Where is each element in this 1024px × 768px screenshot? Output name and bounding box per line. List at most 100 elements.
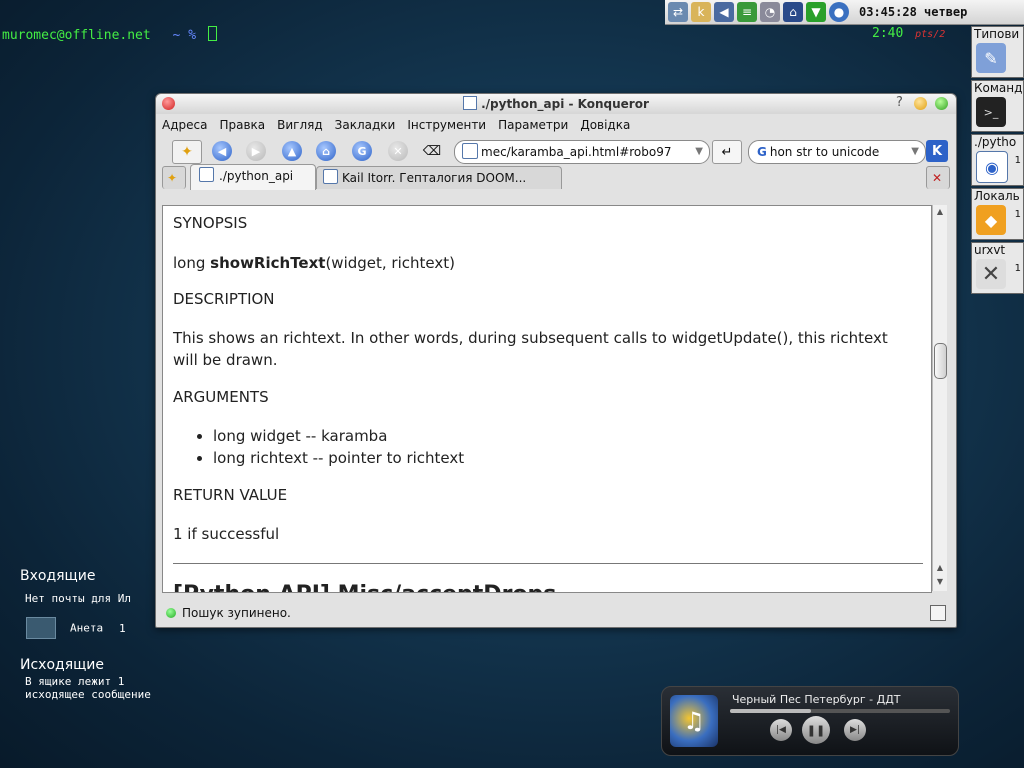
scroll-down-icon[interactable]: ▼ — [934, 577, 946, 589]
home-icon: ⌂ — [316, 141, 336, 161]
url-text: mec/karamba_api.html#robo97 — [481, 145, 672, 159]
menu-tools[interactable]: Інструменти — [407, 118, 486, 132]
tab-bar: ✦ ./python_api Kail Itorr. Гепталогия DO… — [156, 164, 956, 190]
tab-python-api[interactable]: ./python_api — [190, 164, 316, 190]
forward-button[interactable]: ▶ — [242, 140, 270, 162]
vertical-scrollbar[interactable]: ▲ ▲ ▼ — [932, 205, 947, 591]
new-tab-button[interactable]: ✦ — [172, 140, 202, 164]
stop-button[interactable]: ✕ — [384, 140, 412, 162]
page-icon — [199, 167, 214, 182]
title-bar[interactable]: ./python_api - Konqueror ? — [156, 94, 956, 114]
chevron-down-icon[interactable]: ▼ — [911, 141, 919, 163]
terminal-prompt: muromec@offline.net ~ % — [2, 26, 217, 43]
terminal-path: ~ % — [172, 28, 197, 43]
google-icon: G — [757, 145, 767, 159]
terminal-cursor — [207, 26, 217, 41]
pause-button[interactable]: ❚❚ — [802, 716, 830, 744]
list-item: long widget -- karamba — [213, 425, 464, 447]
scroll-thumb[interactable] — [934, 343, 947, 379]
new-tab-corner-button[interactable]: ✦ — [162, 166, 186, 189]
terminal-icon: >_ — [976, 97, 1006, 127]
reload-button[interactable]: G — [348, 140, 376, 162]
next-button[interactable]: ▶| — [844, 719, 866, 741]
contact-name[interactable]: Анета — [70, 622, 103, 635]
back-button[interactable]: ◀ — [208, 140, 236, 162]
menu-help[interactable]: Довідка — [580, 118, 630, 132]
prev-button[interactable]: |◀ — [770, 719, 792, 741]
task-label: Локаль — [974, 189, 1020, 203]
synopsis-args: (widget, richtext) — [325, 254, 455, 272]
task-item-2[interactable]: ./pytho ◉ 1 — [971, 134, 1024, 186]
maximize-icon[interactable] — [935, 97, 948, 110]
download-icon[interactable]: ▼ — [806, 2, 826, 22]
close-tab-icon: ✕ — [932, 171, 943, 185]
scroll-up-icon[interactable]: ▲ — [934, 563, 946, 575]
outbox-line1: В ящике лежит 1 — [25, 675, 125, 688]
task-item-4[interactable]: urxvt ✕ 1 — [971, 242, 1024, 294]
close-tab-button[interactable]: ✕ — [926, 166, 950, 189]
clear-location-button[interactable]: ⌫ — [418, 140, 446, 162]
go-button[interactable]: ↵ — [712, 140, 742, 164]
list-item: long richtext -- pointer to richtext — [213, 447, 464, 469]
mail-widget: Входящие Нет почты для Ил Анета 1 Исходя… — [20, 568, 170, 701]
synopsis-heading: SYNOPSIS — [173, 214, 248, 232]
task-item-1[interactable]: Команд >_ — [971, 80, 1024, 132]
description-heading: DESCRIPTION — [173, 290, 275, 308]
menu-bookmarks[interactable]: Закладки — [335, 118, 396, 132]
url-input[interactable]: mec/karamba_api.html#robo97 ▼ — [454, 140, 710, 164]
progress-bar[interactable] — [730, 709, 950, 713]
synopsis-prefix: long — [173, 254, 211, 272]
system-tray: ⇄ k ◀ ≡ ◔ ⌂ ▼ ● 03:45:28 четвер — [665, 0, 1024, 25]
globe-icon[interactable]: ● — [829, 2, 849, 22]
synopsis-function: showRichText — [210, 254, 326, 272]
kde-logo-icon: K — [926, 140, 948, 162]
taskbar: Типови ✎ Команд >_ ./pytho ◉ 1 Локаль ◆ … — [971, 26, 1024, 296]
menu-location[interactable]: Адреса — [162, 118, 207, 132]
task-label: urxvt — [974, 243, 1006, 257]
help-icon[interactable]: ? — [896, 95, 903, 110]
menu-settings[interactable]: Параметри — [498, 118, 568, 132]
konqueror-window: ./python_api - Konqueror ? Адреса Правка… — [155, 93, 957, 628]
terminal-clock-time: 2:40 — [872, 26, 904, 41]
scroll-up-icon[interactable]: ▲ — [934, 207, 946, 219]
next-section-heading[interactable]: [Python API] Misc/acceptDrops — [173, 582, 556, 592]
disk-icon[interactable]: ◔ — [760, 2, 780, 22]
inbox-title: Входящие — [20, 568, 96, 584]
keyboard-layout-icon[interactable]: ≡ — [737, 2, 757, 22]
envelope-icon[interactable] — [26, 617, 56, 639]
forward-icon: ▶ — [246, 141, 266, 161]
minimize-icon[interactable] — [914, 97, 927, 110]
updater-icon[interactable]: ⌂ — [783, 2, 803, 22]
chevron-down-icon[interactable]: ▼ — [695, 141, 703, 163]
tab-doom[interactable]: Kail Itorr. Гепталогия DOOM... — [316, 166, 562, 189]
stop-icon: ✕ — [388, 141, 408, 161]
tab-label: Kail Itorr. Гепталогия DOOM... — [342, 171, 527, 185]
task-label: Типови — [974, 27, 1020, 41]
inbox-status: Нет почты для Ил — [25, 592, 131, 605]
enter-icon: ↵ — [721, 144, 733, 160]
song-title: Черный Пес Петербург - ДДТ — [732, 693, 901, 706]
window-title-text: ./python_api - Konqueror — [481, 97, 649, 111]
search-input[interactable]: Ghon str to unicode ▼ — [748, 140, 926, 164]
network-icon[interactable]: ⇄ — [668, 2, 688, 22]
menu-edit[interactable]: Правка — [219, 118, 265, 132]
volume-icon[interactable]: ◀ — [714, 2, 734, 22]
divider — [173, 563, 923, 564]
tray-clock[interactable]: 03:45:28 четвер — [859, 5, 967, 19]
page-content[interactable]: SYNOPSIS long showRichText(widget, richt… — [162, 205, 932, 593]
clear-location-icon: ⌫ — [422, 143, 442, 159]
resize-grip-icon[interactable] — [930, 605, 946, 621]
outbox-line2: исходящее сообщение — [25, 688, 151, 701]
home-button[interactable]: ⌂ — [312, 140, 340, 162]
up-button[interactable]: ▲ — [278, 140, 306, 162]
kde-icon[interactable]: k — [691, 2, 711, 22]
menu-view[interactable]: Вигляд — [277, 118, 323, 132]
brush-icon: ✎ — [976, 43, 1006, 73]
back-icon: ◀ — [212, 141, 232, 161]
progress-fill — [730, 709, 812, 713]
task-item-0[interactable]: Типови ✎ — [971, 26, 1024, 78]
task-item-3[interactable]: Локаль ◆ 1 — [971, 188, 1024, 240]
synopsis-text: long showRichText(widget, richtext) — [173, 252, 913, 274]
status-bar: Пошук зупинено. — [162, 603, 950, 623]
window-title: ./python_api - Konqueror — [156, 96, 956, 111]
